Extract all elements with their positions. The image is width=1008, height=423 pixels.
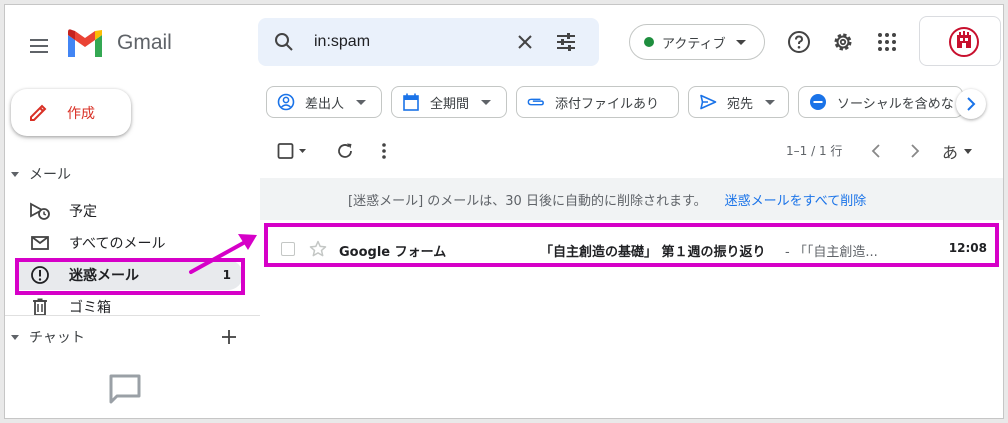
delete-all-spam-link[interactable]: 迷惑メールをすべて削除 [725,190,867,209]
apps-grid-icon[interactable] [873,28,901,56]
mail-icon [29,232,51,254]
new-chat-plus-icon[interactable] [217,325,241,349]
chevron-down-icon [481,99,492,105]
pagination-range: 1–1 / 1 行 [786,144,843,158]
gmail-logo[interactable] [65,27,105,61]
search-bar [258,18,599,66]
chip-scroll-right-button[interactable] [956,89,986,119]
refresh-icon[interactable] [333,139,357,163]
organization-logo-icon [949,27,979,57]
select-all-checkbox[interactable] [277,139,313,163]
filter-chip-label: 宛先 [727,96,754,112]
filter-chip-attachment[interactable]: 添付ファイルあり [516,86,679,118]
collapse-triangle-icon [11,334,19,340]
search-icon[interactable] [272,30,296,54]
send-icon [699,93,717,111]
chevron-down-icon [356,99,367,105]
filter-chip-label: ソーシャルを含めな [837,96,954,112]
star-icon[interactable] [309,240,327,258]
chevron-down-icon [735,39,746,45]
compose-button[interactable]: 作成 [11,89,131,136]
mail-section-header[interactable]: メール [11,164,71,184]
spam-icon [29,264,51,286]
annotation-arrow-icon [189,234,257,274]
status-selector[interactable]: アクティブ [629,24,765,60]
chat-bubble-icon [105,369,145,409]
chat-section-header[interactable]: チャット [11,327,85,347]
calendar-icon [402,93,420,111]
chevron-down-icon [765,99,776,105]
search-input[interactable] [314,31,514,53]
pencil-icon [30,104,47,121]
filter-chip-date[interactable]: 全期間 [391,86,507,118]
row-checkbox[interactable] [281,242,295,256]
status-label: アクティブ [662,36,726,52]
filter-chip-to[interactable]: 宛先 [688,86,789,118]
spam-notice-text: [迷惑メール] のメールは、30 日後に自動的に削除されます。 [348,193,707,209]
search-options-icon[interactable] [554,30,578,54]
help-icon[interactable] [785,28,813,56]
gmail-window: Gmail アクティブ [4,4,1004,419]
filter-chip-social[interactable]: ソーシャルを含めな [798,86,963,118]
attachment-icon [527,93,545,111]
mail-section-label: メール [29,167,71,183]
clear-search-icon[interactable] [513,30,537,54]
spam-notice-banner: [迷惑メール] のメールは、30 日後に自動的に削除されます。 迷惑メールをすべ… [260,178,1003,220]
account-switcher[interactable] [919,16,1001,66]
filter-chip-from[interactable]: 差出人 [266,86,382,118]
person-icon [277,93,295,111]
sidebar-divider [5,315,260,316]
compose-label: 作成 [67,105,95,122]
chevron-right-icon [967,97,976,111]
email-sender: Google フォーム [339,245,447,260]
collapse-triangle-icon [11,171,19,177]
sidebar-item-label: 予定 [69,204,97,220]
email-row[interactable]: Google フォーム 「自主創造の基礎」 第１週の振り返り - 「「自主創造.… [267,229,997,269]
chat-section-label: チャット [29,330,85,346]
filter-chip-label: 差出人 [305,96,345,112]
sidebar-item-label: ゴミ箱 [69,300,111,316]
more-options-icon[interactable] [375,139,393,163]
gmail-wordmark: Gmail [117,31,172,54]
filter-chip-label: 添付ファイルあり [555,96,660,112]
filter-chip-label: 全期間 [430,96,470,112]
input-tools-label: あ [942,143,959,162]
sidebar-item-trash[interactable]: ゴミ箱 [15,292,243,322]
main-menu-icon[interactable] [23,29,57,63]
gear-icon[interactable] [829,28,857,56]
previous-page-icon[interactable] [865,139,887,163]
sidebar-item-scheduled[interactable]: 予定 [15,196,243,226]
sidebar-item-label: すべてのメール [69,236,166,252]
next-page-icon[interactable] [904,139,926,163]
active-status-dot [644,37,654,47]
scheduled-icon [29,200,51,222]
minus-circle-icon [809,93,827,111]
email-snippet: - 「「自主創造... [785,245,878,260]
sidebar-item-label: 迷惑メール [69,268,139,284]
input-tools-selector[interactable]: あ [942,139,973,163]
chevron-down-icon [964,148,973,154]
email-time: 12:08 [948,241,987,255]
email-subject: 「自主創造の基礎」 第１週の振り返り [540,245,766,260]
